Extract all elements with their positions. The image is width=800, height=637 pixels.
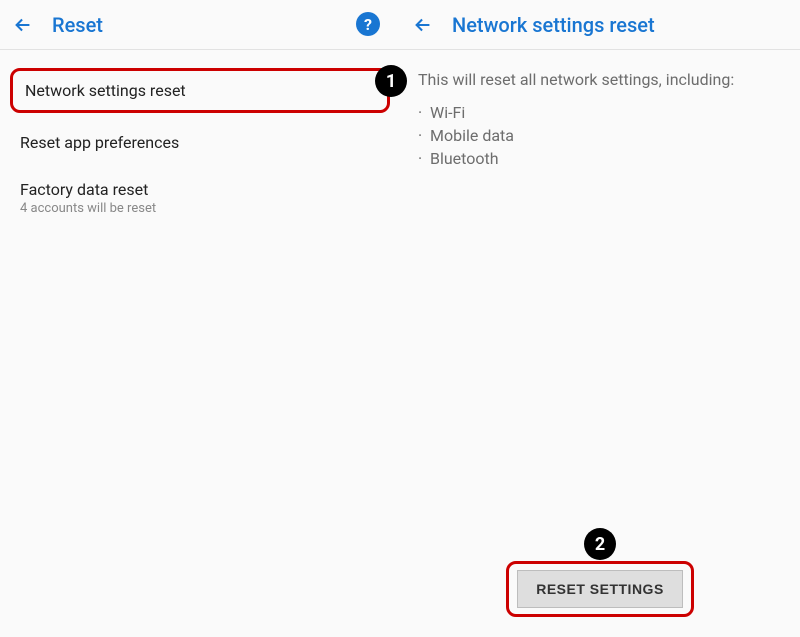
annotation-badge-2: 2 [584, 528, 616, 560]
menu-item-network-reset[interactable]: Network settings reset [25, 81, 375, 100]
menu-title: Factory data reset [20, 180, 380, 199]
menu-title: Reset app preferences [20, 133, 380, 152]
menu-item-reset-app-prefs[interactable]: Reset app preferences [10, 119, 390, 166]
reset-settings-button[interactable]: RESET SETTINGS [517, 570, 683, 608]
back-arrow-icon[interactable] [412, 14, 434, 36]
back-arrow-icon[interactable] [12, 14, 34, 36]
left-header: Reset ? [0, 0, 400, 50]
right-header: Network settings reset [400, 0, 800, 50]
reset-button-highlight: RESET SETTINGS 2 [506, 561, 694, 617]
bullet-item: Wi-Fi [430, 101, 465, 124]
left-title: Reset [52, 13, 103, 37]
bullet-item: Bluetooth [430, 147, 499, 170]
menu-subtitle: 4 accounts will be reset [20, 201, 380, 216]
menu-item-factory-reset[interactable]: Factory data reset 4 accounts will be re… [10, 166, 390, 230]
help-icon[interactable]: ? [356, 12, 380, 36]
reset-description: This will reset all network settings, in… [418, 70, 782, 89]
right-title: Network settings reset [452, 13, 655, 37]
menu-item-network-reset-highlight: Network settings reset 1 [10, 68, 390, 113]
bullet-item: Mobile data [430, 124, 514, 147]
reset-bullet-list: ·Wi-Fi ·Mobile data ·Bluetooth [418, 101, 782, 171]
